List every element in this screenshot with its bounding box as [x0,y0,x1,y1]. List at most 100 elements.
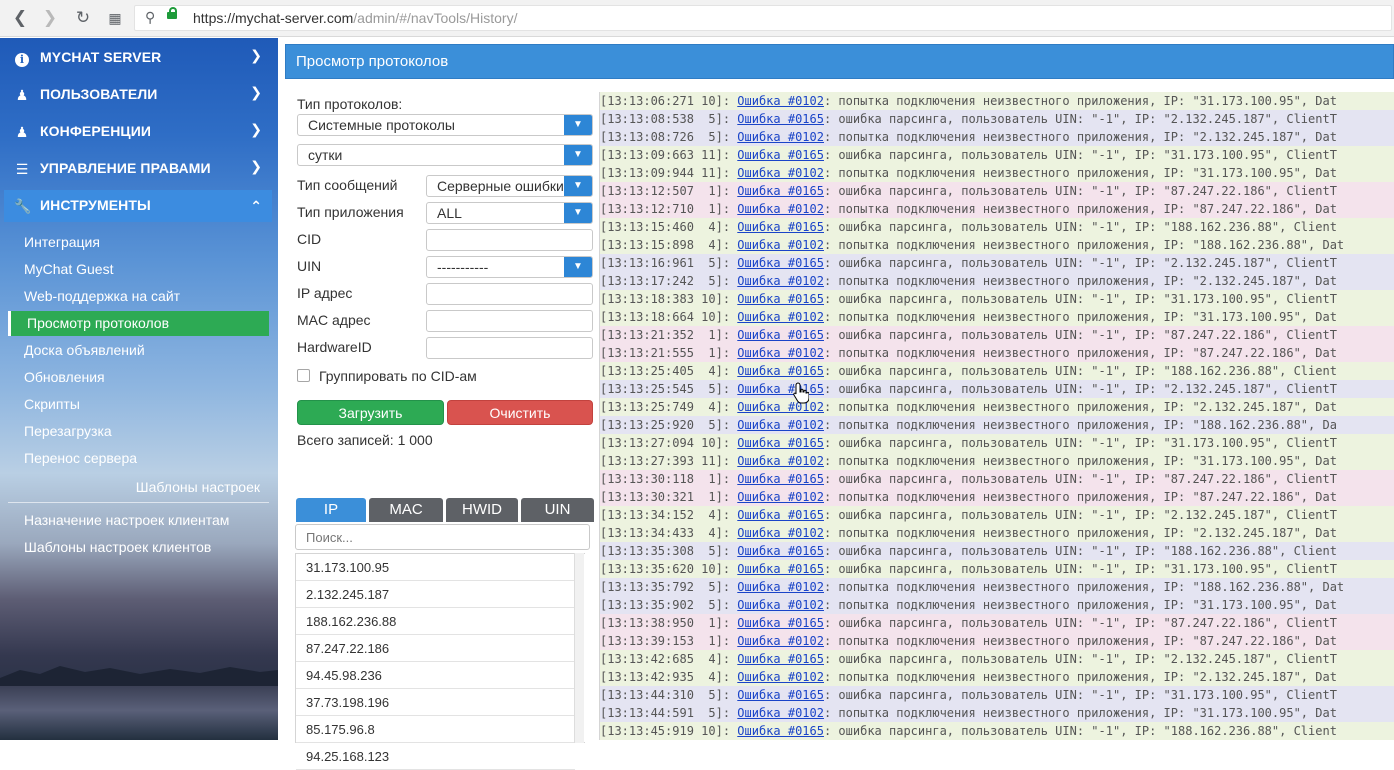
uin-select[interactable]: ----------- ▼ [426,256,593,278]
error-code-link[interactable]: Ошибка #0102 [737,202,824,216]
error-code-link[interactable]: Ошибка #0102 [737,238,824,252]
list-item[interactable]: 2.132.245.187 [296,581,575,608]
log-row: [13:13:15:898 4]: Ошибка #0102: попытка … [600,236,1394,254]
log-row: [13:13:12:710 1]: Ошибка #0102: попытка … [600,200,1394,218]
error-code-link[interactable]: Ошибка #0165 [737,562,824,576]
period-select[interactable]: сутки ▼ [297,144,593,166]
error-code-link[interactable]: Ошибка #0102 [737,634,824,648]
sidebar-section-users[interactable]: ♟ ПОЛЬЗОВАТЕЛИ ❯ [4,79,272,111]
error-code-link[interactable]: Ошибка #0165 [737,382,824,396]
tab-hwid[interactable]: HWID [446,498,518,522]
sidebar-section-rights[interactable]: ☰ УПРАВЛЕНИЕ ПРАВАМИ ❯ [4,153,272,185]
error-code-link[interactable]: Ошибка #0165 [737,184,824,198]
list-item[interactable]: 94.45.98.236 [296,662,575,689]
list-item[interactable]: 94.25.168.123 [296,743,575,770]
error-code-link[interactable]: Ошибка #0102 [737,94,824,108]
tab-uin[interactable]: UIN [521,498,594,522]
error-code-link[interactable]: Ошибка #0102 [737,454,824,468]
error-code-link[interactable]: Ошибка #0165 [737,652,824,666]
error-code-link[interactable]: Ошибка #0102 [737,670,824,684]
log-timestamp: [13:13:18:383 10]: [600,292,738,306]
error-code-link[interactable]: Ошибка #0165 [737,688,824,702]
sidebar-item-restart[interactable]: Перезагрузка [24,423,112,439]
log-message: : ошибка парсинга, пользователь UIN: "-1… [823,184,1337,198]
sidebar-item-integration[interactable]: Интеграция [24,234,100,250]
list-item[interactable]: 37.73.198.196 [296,689,575,716]
error-code-link[interactable]: Ошибка #0165 [737,148,824,162]
error-code-link[interactable]: Ошибка #0102 [737,706,824,720]
error-code-link[interactable]: Ошибка #0165 [737,616,824,630]
error-code-link[interactable]: Ошибка #0165 [737,292,824,306]
error-code-link[interactable]: Ошибка #0165 [737,112,824,126]
reload-icon[interactable]: ↻ [71,6,95,30]
log-row: [13:13:12:507 1]: Ошибка #0165: ошибка п… [600,182,1394,200]
error-code-link[interactable]: Ошибка #0102 [737,274,824,288]
error-code-link[interactable]: Ошибка #0102 [737,166,824,180]
error-code-link[interactable]: Ошибка #0165 [737,544,824,558]
log-row: [13:13:21:555 1]: Ошибка #0102: попытка … [600,344,1394,362]
sidebar-item-client-templates[interactable]: Шаблоны настроек клиентов [24,539,211,555]
list-item[interactable]: 31.173.100.95 [296,554,575,581]
hwid-input[interactable] [426,337,593,359]
error-code-link[interactable]: Ошибка #0165 [737,256,824,270]
log-timestamp: [13:13:30:321 1]: [600,490,738,504]
sidebar-item-bulletin-board[interactable]: Доска объявлений [24,342,145,358]
search-input[interactable]: Поиск... [295,524,590,550]
error-code-link[interactable]: Ошибка #0102 [737,598,824,612]
sidebar-item-updates[interactable]: Обновления [24,369,105,385]
clear-button[interactable]: Очистить [447,400,593,425]
sidebar-section-mychat-server[interactable]: i MYCHAT SERVER ❯ [4,42,272,74]
error-code-link[interactable]: Ошибка #0102 [737,580,824,594]
log-row: [13:13:16:961 5]: Ошибка #0165: ошибка п… [600,254,1394,272]
error-code-link[interactable]: Ошибка #0165 [737,328,824,342]
error-code-link[interactable]: Ошибка #0102 [737,130,824,144]
group-by-cid-checkbox[interactable] [297,369,310,382]
address-bar[interactable]: ⚲ https://mychat-server.com/admin/#/navT… [134,5,1392,31]
tab-ip[interactable]: IP [296,498,366,522]
protocol-type-select[interactable]: Системные протоколы ▼ [297,114,593,136]
tab-mac[interactable]: MAC [369,498,443,522]
error-code-link[interactable]: Ошибка #0102 [737,490,824,504]
back-arrow-icon[interactable]: ❮ [8,6,32,30]
list-item[interactable]: 85.175.96.8 [296,716,575,743]
sidebar-section-tools[interactable]: 🔧 ИНСТРУМЕНТЫ ⌃ [4,190,272,222]
error-code-link[interactable]: Ошибка #0165 [737,724,824,738]
error-code-link[interactable]: Ошибка #0102 [737,418,824,432]
sidebar-section-conferences[interactable]: ♟ КОНФЕРЕНЦИИ ❯ [4,116,272,148]
list-item[interactable]: 188.162.236.88 [296,608,575,635]
sidebar-item-scripts[interactable]: Скрипты [24,396,80,412]
error-code-link[interactable]: Ошибка #0165 [737,364,824,378]
sidebar-item-web-support[interactable]: Web-поддержка на сайт [24,288,180,304]
mac-input[interactable] [426,310,593,332]
log-timestamp: [13:13:18:664 10]: [600,310,738,324]
error-code-link[interactable]: Ошибка #0102 [737,310,824,324]
sidebar-item-protocols[interactable]: Просмотр протоколов [8,311,269,336]
url-text[interactable]: https://mychat-server.com/admin/#/navToo… [193,10,517,26]
total-records: Всего записей: 1 000 [297,432,433,448]
error-code-link[interactable]: Ошибка #0102 [737,400,824,414]
error-code-link[interactable]: Ошибка #0102 [737,346,824,360]
error-code-link[interactable]: Ошибка #0165 [737,472,824,486]
ip-list-scrollbar[interactable] [574,553,584,743]
log-row: [13:13:42:935 4]: Ошибка #0102: попытка … [600,668,1394,686]
list-item[interactable]: 87.247.22.186 [296,635,575,662]
sidebar-item-assign-settings[interactable]: Назначение настроек клиентам [24,512,229,528]
lock-icon[interactable] [167,7,177,19]
error-code-link[interactable]: Ошибка #0165 [737,508,824,522]
apps-grid-icon[interactable]: ▦ [103,6,127,30]
message-type-select[interactable]: Серверные ошибки ▼ [426,175,593,197]
sidebar-item-server-migration[interactable]: Перенос сервера [24,450,137,466]
log-timestamp: [13:13:38:950 1]: [600,616,738,630]
app-type-select[interactable]: ALL ▼ [426,202,593,224]
ip-input[interactable] [426,283,593,305]
error-code-link[interactable]: Ошибка #0165 [737,436,824,450]
info-icon: i [14,50,30,67]
load-button[interactable]: Загрузить [297,400,444,425]
forward-arrow-icon[interactable]: ❯ [38,6,62,30]
log-message: : попытка подключения неизвестного прило… [823,634,1337,648]
error-code-link[interactable]: Ошибка #0102 [737,526,824,540]
sidebar-item-mychat-guest[interactable]: MyChat Guest [24,261,113,277]
error-code-link[interactable]: Ошибка #0165 [737,220,824,234]
cid-input[interactable] [426,229,593,251]
key-icon[interactable]: ⚲ [145,9,155,26]
